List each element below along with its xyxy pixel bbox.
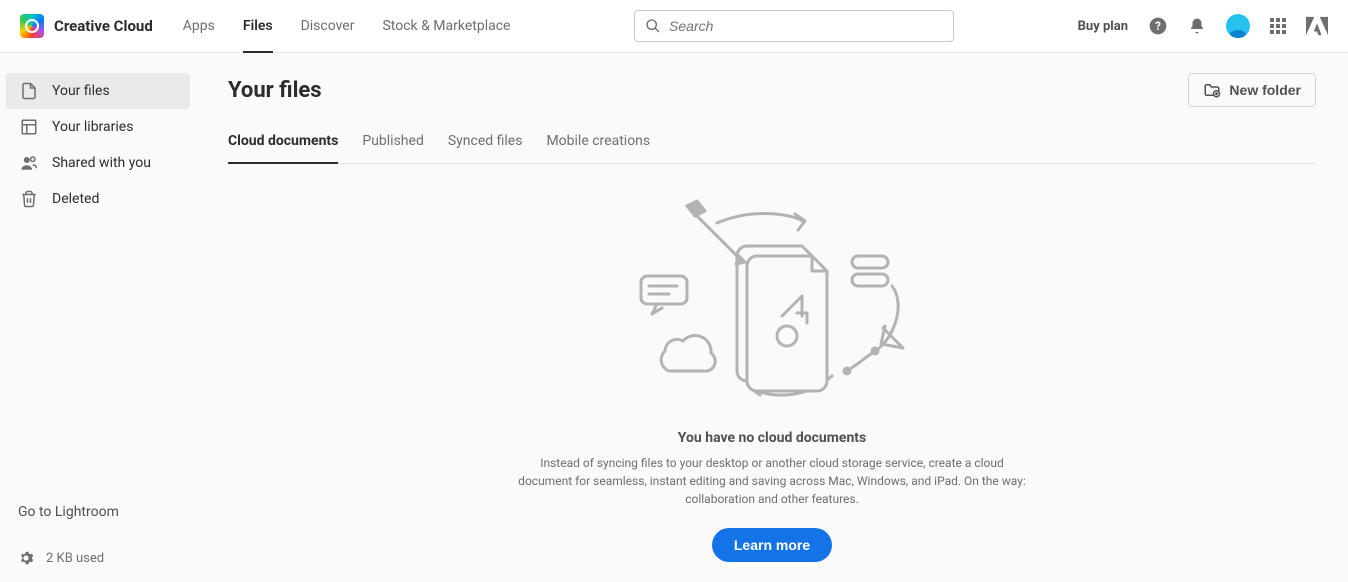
lightroom-link[interactable]: Go to Lightroom <box>18 494 178 550</box>
empty-state: You have no cloud documents Instead of s… <box>228 164 1316 562</box>
main-content: Your files New folder Cloud documents Pu… <box>196 53 1348 582</box>
brand-title: Creative Cloud <box>54 17 153 35</box>
new-folder-icon <box>1203 81 1221 99</box>
main-header: Your files New folder <box>228 73 1316 107</box>
search-wrap <box>510 10 1077 42</box>
help-icon[interactable]: ? <box>1148 16 1168 36</box>
app-switcher-icon[interactable] <box>1270 18 1286 34</box>
tab-synced-files[interactable]: Synced files <box>448 133 523 163</box>
sidebar-item-label: Your libraries <box>52 119 133 135</box>
trash-icon <box>20 190 38 208</box>
empty-illustration-icon <box>627 196 917 406</box>
nav-files[interactable]: Files <box>243 0 273 53</box>
sidebar-item-deleted[interactable]: Deleted <box>6 181 190 217</box>
empty-title: You have no cloud documents <box>678 430 866 446</box>
nav-discover[interactable]: Discover <box>301 0 355 53</box>
sidebar-item-label: Deleted <box>52 191 99 207</box>
creative-cloud-logo-icon[interactable] <box>20 14 44 38</box>
sidebar-item-your-libraries[interactable]: Your libraries <box>6 109 190 145</box>
buy-plan-link[interactable]: Buy plan <box>1078 19 1128 34</box>
top-nav: Apps Files Discover Stock & Marketplace <box>183 0 511 53</box>
page-title: Your files <box>228 78 322 103</box>
layout: Your files Your libraries Shared with yo… <box>0 53 1348 582</box>
new-folder-label: New folder <box>1229 82 1301 98</box>
storage-info: 2 KB used <box>18 550 178 566</box>
shared-icon <box>20 154 38 172</box>
sidebar-item-shared[interactable]: Shared with you <box>6 145 190 181</box>
libraries-icon <box>20 118 38 136</box>
new-folder-button[interactable]: New folder <box>1188 73 1316 107</box>
search-icon <box>645 18 661 34</box>
storage-used-label: 2 KB used <box>46 551 104 566</box>
sidebar-nav: Your files Your libraries Shared with yo… <box>0 73 196 494</box>
nav-stock-marketplace[interactable]: Stock & Marketplace <box>382 0 510 53</box>
tab-cloud-documents[interactable]: Cloud documents <box>228 133 338 163</box>
brand-wrap: Creative Cloud <box>20 14 183 38</box>
gear-icon[interactable] <box>18 550 34 566</box>
nav-apps[interactable]: Apps <box>183 0 215 53</box>
sidebar-item-label: Your files <box>52 83 110 99</box>
file-icon <box>20 82 38 100</box>
sidebar-bottom: Go to Lightroom 2 KB used <box>0 494 196 582</box>
top-header: Creative Cloud Apps Files Discover Stock… <box>0 0 1348 53</box>
adobe-logo-icon[interactable] <box>1306 16 1328 36</box>
empty-desc: Instead of syncing files to your desktop… <box>512 454 1032 508</box>
tab-mobile-creations[interactable]: Mobile creations <box>546 133 650 163</box>
notifications-icon[interactable] <box>1188 17 1206 35</box>
avatar[interactable] <box>1226 14 1250 38</box>
tabs: Cloud documents Published Synced files M… <box>228 133 1316 164</box>
sidebar-item-your-files[interactable]: Your files <box>6 73 190 109</box>
learn-more-button[interactable]: Learn more <box>712 528 832 562</box>
tab-published[interactable]: Published <box>362 133 423 163</box>
sidebar-item-label: Shared with you <box>52 155 151 171</box>
search-box[interactable] <box>634 10 954 42</box>
sidebar: Your files Your libraries Shared with yo… <box>0 53 196 582</box>
header-right: Buy plan ? <box>1078 14 1328 38</box>
svg-text:?: ? <box>1155 19 1161 33</box>
search-input[interactable] <box>669 18 943 34</box>
